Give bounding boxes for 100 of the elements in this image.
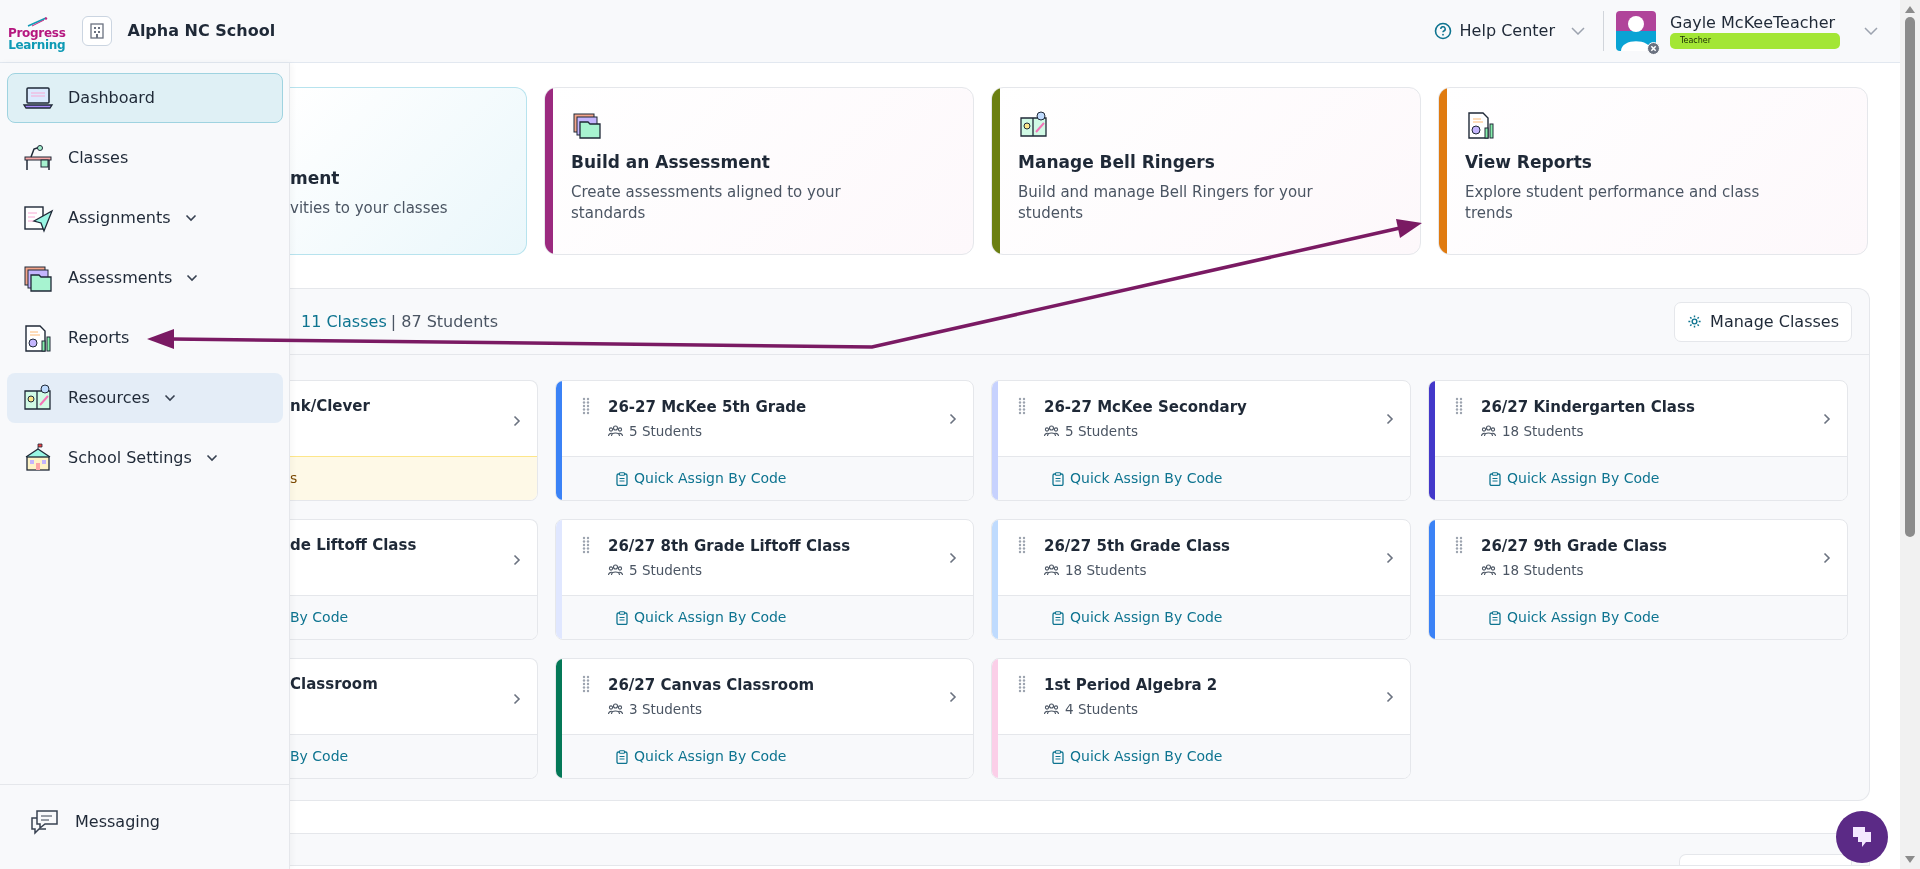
people-icon [1481,425,1496,438]
warning-text: s [290,469,298,488]
close-icon[interactable] [1647,42,1660,55]
class-title: 26/27 Kindergarten Class [1481,396,1695,418]
chevron-down-icon [1571,27,1585,35]
action-card[interactable]: View Reports Explore student performance and class trends [1438,87,1868,255]
clipboard-icon [1489,471,1501,486]
quick-assign-link[interactable]: By Code [290,746,349,767]
sidebar-item[interactable]: Classes [7,133,283,183]
class-card[interactable]: 26/27 8th Grade Liftoff Class 5 Students Quick Assign By Code [555,519,974,640]
action-card[interactable]: Build an Assessment Create assessments aligned to your standards [544,87,974,255]
chevron-right-icon[interactable] [1386,690,1394,703]
class-title: 26/27 9th Grade Class [1481,535,1668,557]
clipboard-icon [1489,610,1501,625]
quick-assign-link[interactable]: Quick Assign By Code [1489,607,1660,628]
paper-plane-icon [22,203,54,233]
people-icon [1044,703,1059,716]
students-count: 18 Students [1502,561,1584,581]
role-tag: Teacher [1670,32,1840,49]
classes-count-link[interactable]: 11 Classes [301,309,387,334]
scroll-up-icon[interactable] [1905,6,1915,13]
people-icon [1044,564,1059,577]
chevron-right-icon[interactable] [949,690,957,703]
class-card[interactable]: 26/27 5th Grade Class 18 Students Quick Assign By Code [991,519,1411,640]
report-chart-icon [1465,110,1497,140]
drag-handle-icon[interactable] [1018,536,1026,554]
scroll-down-icon[interactable] [1905,856,1915,863]
action-card[interactable]: Manage Bell Ringers Build and manage Bell Ringers for your students [991,87,1421,255]
school-name: Alpha NC School [127,20,276,42]
logo-text: Progress [8,27,66,39]
class-card[interactable]: 1st Period Algebra 2 4 Students Quick Assign By Code [991,658,1411,779]
sidebar-item[interactable]: Assignments [7,193,283,243]
quick-assign-link[interactable]: Quick Assign By Code [1052,746,1223,767]
chevron-right-icon[interactable] [513,554,521,566]
drag-handle-icon[interactable] [1455,397,1463,415]
students-count: 5 Students [629,561,703,581]
card-description: vities to your classes [290,197,449,219]
help-icon [1433,22,1452,40]
class-card[interactable]: Classroom By Code [290,658,538,779]
chevron-right-icon[interactable] [1386,551,1394,564]
class-card[interactable]: nk/Clever s [290,380,538,501]
chat-button[interactable] [1836,811,1888,863]
chevron-right-icon[interactable] [949,551,957,564]
chevron-down-icon [205,454,218,462]
gear-icon [1687,314,1703,329]
manage-classes-button[interactable]: Manage Classes [1674,301,1852,342]
quick-assign-link[interactable]: Quick Assign By Code [1052,607,1223,628]
help-center-button[interactable]: Help Center [1427,15,1591,47]
class-title: 26/27 Canvas Classroom [608,674,815,696]
chevron-right-icon[interactable] [1823,412,1831,425]
class-title: de Liftoff Class [290,535,417,556]
scrollbar[interactable] [1900,0,1920,869]
sidebar-item[interactable]: Messaging [14,797,290,847]
people-icon [608,703,623,716]
people-icon [1044,425,1059,438]
class-card[interactable]: 26-27 McKee 5th Grade 5 Students Quick Assign By Code [555,380,974,501]
chevron-right-icon[interactable] [949,412,957,425]
drag-handle-icon[interactable] [1455,536,1463,554]
clipboard-icon [616,471,628,486]
chevron-right-icon[interactable] [1823,551,1831,564]
drag-handle-icon[interactable] [1018,675,1026,693]
people-icon [608,425,623,438]
quick-assign-link[interactable]: Quick Assign By Code [1489,468,1660,489]
class-title: Classroom [290,674,378,695]
class-card[interactable]: 26/27 9th Grade Class 18 Students Quick Assign By Code [1428,519,1848,640]
drag-handle-icon[interactable] [582,536,590,554]
drag-handle-icon[interactable] [1018,397,1026,415]
sidebar-item[interactable]: School Settings [7,433,283,483]
class-card[interactable]: de Liftoff Class By Code [290,519,538,640]
chevron-right-icon[interactable] [513,415,521,427]
sidebar-item[interactable]: Resources [7,373,283,423]
card-description: Explore student performance and class trends [1465,181,1761,224]
chevron-right-icon[interactable] [1386,412,1394,425]
quick-assign-link[interactable]: By Code [290,607,349,628]
quick-assign-link[interactable]: Quick Assign By Code [616,746,787,767]
sidebar-item[interactable]: Assessments [7,253,283,303]
quick-assign-link[interactable]: Quick Assign By Code [1052,468,1223,489]
scrollbar-thumb[interactable] [1905,17,1915,537]
class-card[interactable]: 26/27 Kindergarten Class 18 Students Quick Assign By Code [1428,380,1848,501]
class-card[interactable]: 26/27 Canvas Classroom 3 Students Quick Assign By Code [555,658,974,779]
report-chart-icon [22,323,54,353]
sidebar-item[interactable]: Dashboard [7,73,283,123]
card-description: Create assessments aligned to your standards [571,181,842,224]
chevron-down-icon[interactable] [1864,27,1878,35]
quick-assign-link[interactable]: Quick Assign By Code [616,607,787,628]
students-count: 5 Students [1065,422,1139,442]
building-icon [81,16,112,46]
avatar-silhouette [1616,11,1656,51]
clipboard-icon [1052,610,1064,625]
class-card[interactable]: 26-27 McKee Secondary 5 Students Quick Assign By Code [991,380,1411,501]
action-card[interactable]: ment vities to your classes [290,87,527,255]
desk-icon [22,143,54,173]
class-title: 1st Period Algebra 2 [1044,674,1218,696]
drag-handle-icon[interactable] [582,397,590,415]
logo-text: Learning [8,39,66,51]
people-icon [608,564,623,577]
drag-handle-icon[interactable] [582,675,590,693]
chevron-right-icon[interactable] [513,693,521,705]
quick-assign-link[interactable]: Quick Assign By Code [616,468,787,489]
book-gear-icon [1018,110,1050,140]
